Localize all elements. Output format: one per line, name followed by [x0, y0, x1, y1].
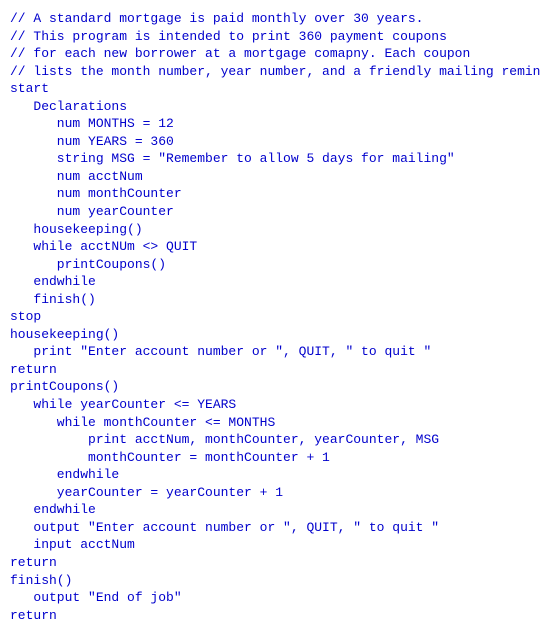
code-line: num yearCounter	[10, 203, 530, 221]
code-line: while monthCounter <= MONTHS	[10, 414, 530, 432]
code-line: string MSG = "Remember to allow 5 days f…	[10, 150, 530, 168]
code-line: num MONTHS = 12	[10, 115, 530, 133]
code-line: num acctNum	[10, 168, 530, 186]
code-line: stop	[10, 308, 530, 326]
code-line: print "Enter account number or ", QUIT, …	[10, 343, 530, 361]
code-line: while acctNUm <> QUIT	[10, 238, 530, 256]
code-line: while yearCounter <= YEARS	[10, 396, 530, 414]
code-line: endwhile	[10, 273, 530, 291]
code-line: printCoupons()	[10, 256, 530, 274]
code-line: num monthCounter	[10, 185, 530, 203]
code-block: // A standard mortgage is paid monthly o…	[10, 10, 530, 624]
code-line: return	[10, 607, 530, 625]
code-line: monthCounter = monthCounter + 1	[10, 449, 530, 467]
code-line: // This program is intended to print 360…	[10, 28, 530, 46]
code-line: finish()	[10, 572, 530, 590]
code-line: yearCounter = yearCounter + 1	[10, 484, 530, 502]
code-line: // A standard mortgage is paid monthly o…	[10, 10, 530, 28]
code-line: housekeeping()	[10, 326, 530, 344]
code-line: printCoupons()	[10, 378, 530, 396]
code-line: housekeeping()	[10, 221, 530, 239]
code-line: input acctNum	[10, 536, 530, 554]
code-line: print acctNum, monthCounter, yearCounter…	[10, 431, 530, 449]
code-line: num YEARS = 360	[10, 133, 530, 151]
code-line: // lists the month number, year number, …	[10, 63, 530, 81]
code-line: endwhile	[10, 501, 530, 519]
code-line: output "Enter account number or ", QUIT,…	[10, 519, 530, 537]
code-line: Declarations	[10, 98, 530, 116]
code-line: return	[10, 554, 530, 572]
code-line: return	[10, 361, 530, 379]
code-line: finish()	[10, 291, 530, 309]
code-line: start	[10, 80, 530, 98]
code-line: endwhile	[10, 466, 530, 484]
code-line: // for each new borrower at a mortgage c…	[10, 45, 530, 63]
code-line: output "End of job"	[10, 589, 530, 607]
